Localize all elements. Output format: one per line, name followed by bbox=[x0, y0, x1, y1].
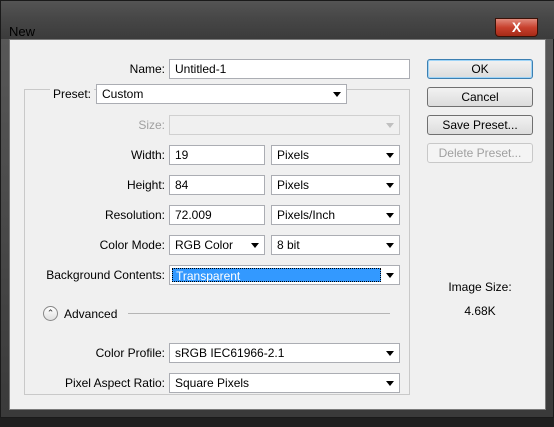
height-unit-select[interactable]: Pixels bbox=[271, 175, 400, 195]
delete-preset-button: Delete Preset... bbox=[427, 143, 533, 163]
chevron-down-icon bbox=[333, 92, 341, 97]
close-icon: X bbox=[511, 19, 522, 35]
collapse-chevron-icon[interactable]: ⌃ bbox=[43, 306, 58, 321]
chevron-down-icon bbox=[386, 243, 394, 248]
ok-button[interactable]: OK bbox=[427, 59, 533, 79]
background-contents-select[interactable]: Transparent bbox=[169, 265, 400, 285]
save-preset-button[interactable]: Save Preset... bbox=[427, 115, 533, 135]
resolution-value: 72.009 bbox=[175, 208, 212, 222]
height-label: Height: bbox=[126, 178, 165, 192]
name-input[interactable]: Untitled-1 bbox=[169, 59, 410, 79]
name-label: Name: bbox=[129, 62, 165, 76]
resolution-unit-value: Pixels/Inch bbox=[277, 208, 336, 222]
color-profile-select[interactable]: sRGB IEC61966-2.1 bbox=[169, 343, 400, 363]
resolution-input[interactable]: 72.009 bbox=[169, 205, 265, 225]
preset-label: Preset: bbox=[50, 87, 95, 101]
image-size-value: 4.68K bbox=[464, 304, 496, 318]
dialog-window: New X Name: Untitled-1 Preset: Custom Si… bbox=[0, 0, 554, 418]
height-unit-value: Pixels bbox=[277, 178, 310, 192]
chevron-down-icon bbox=[386, 381, 394, 386]
dialog-body: Name: Untitled-1 Preset: Custom Size: Wi… bbox=[9, 39, 546, 410]
color-profile-value: sRGB IEC61966-2.1 bbox=[175, 346, 285, 360]
chevron-down-icon bbox=[386, 351, 394, 356]
bit-depth-value: 8 bit bbox=[277, 238, 300, 252]
pixel-aspect-ratio-select[interactable]: Square Pixels bbox=[169, 373, 400, 393]
name-value: Untitled-1 bbox=[175, 62, 227, 76]
background-contents-label: Background Contents: bbox=[46, 268, 165, 282]
color-mode-label: Color Mode: bbox=[99, 238, 165, 252]
height-input[interactable]: 84 bbox=[169, 175, 265, 195]
pixel-aspect-ratio-label: Pixel Aspect Ratio: bbox=[64, 376, 165, 390]
chevron-down-icon bbox=[251, 243, 259, 248]
size-select bbox=[169, 115, 400, 135]
width-unit-select[interactable]: Pixels bbox=[271, 145, 400, 165]
chevron-down-icon bbox=[386, 183, 394, 188]
chevron-down-icon bbox=[386, 213, 394, 218]
title-bar[interactable]: New X bbox=[1, 1, 554, 39]
size-label: Size: bbox=[138, 118, 165, 132]
height-value: 84 bbox=[175, 178, 189, 192]
width-label: Width: bbox=[130, 148, 165, 162]
divider bbox=[128, 313, 390, 314]
color-mode-value: RGB Color bbox=[175, 238, 234, 252]
image-size-label: Image Size: bbox=[448, 280, 512, 294]
color-mode-select[interactable]: RGB Color bbox=[169, 235, 265, 255]
width-unit-value: Pixels bbox=[277, 148, 310, 162]
preset-value: Custom bbox=[102, 87, 144, 101]
color-profile-label: Color Profile: bbox=[95, 346, 165, 360]
width-input[interactable]: 19 bbox=[169, 145, 265, 165]
chevron-down-icon bbox=[386, 153, 394, 158]
resolution-unit-select[interactable]: Pixels/Inch bbox=[271, 205, 400, 225]
cancel-button[interactable]: Cancel bbox=[427, 87, 533, 107]
pixel-aspect-ratio-value: Square Pixels bbox=[175, 376, 250, 390]
taskbar-strip bbox=[0, 418, 554, 427]
preset-select[interactable]: Custom bbox=[96, 84, 347, 104]
advanced-label[interactable]: Advanced bbox=[64, 307, 117, 321]
close-button[interactable]: X bbox=[495, 18, 538, 37]
background-contents-value: Transparent bbox=[172, 268, 381, 283]
window-title: New bbox=[9, 24, 36, 39]
bit-depth-select[interactable]: 8 bit bbox=[271, 235, 400, 255]
width-value: 19 bbox=[175, 148, 189, 162]
resolution-label: Resolution: bbox=[104, 208, 165, 222]
chevron-down-icon bbox=[386, 273, 394, 278]
chevron-down-icon bbox=[386, 123, 394, 128]
